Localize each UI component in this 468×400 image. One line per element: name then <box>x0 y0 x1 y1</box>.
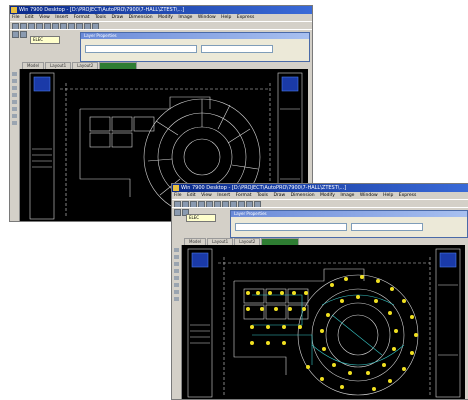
block-tool-icon[interactable] <box>174 297 179 301</box>
menu-edit[interactable]: Edit <box>25 15 34 20</box>
arc-tool-icon[interactable] <box>12 93 17 97</box>
right-title-block <box>435 248 461 398</box>
layout-tabs: Model Layout1 Layout2 <box>22 62 138 70</box>
dialog-title: Layer Properties <box>81 33 309 39</box>
right-logo-block <box>439 252 457 268</box>
title-bar[interactable]: Win 7900 Desktop - [D:\PROJECT\AutoPRO\7… <box>10 6 312 14</box>
layer-dropdown[interactable]: ELEC <box>30 36 60 44</box>
logo-block <box>191 252 209 268</box>
menu-image[interactable]: Image <box>178 15 192 20</box>
line-tool-icon[interactable] <box>174 248 179 252</box>
drawing-canvas[interactable] <box>182 245 465 399</box>
polyline-tool-icon[interactable] <box>12 79 17 83</box>
menu-file[interactable]: File <box>12 15 20 20</box>
menu-express[interactable]: Express <box>237 15 255 20</box>
right-logo-block <box>281 76 299 92</box>
cad-window-after: Win 7900 Desktop - [D:\PROJECT\AutoPRO\7… <box>171 183 468 400</box>
hatch-tool-icon[interactable] <box>174 283 179 287</box>
menu-draw[interactable]: Draw <box>111 15 123 20</box>
left-title-block <box>29 72 55 220</box>
menu-format[interactable]: Format <box>74 15 90 20</box>
window-title: Win 7900 Desktop - [D:\PROJECT\AutoPRO\7… <box>19 7 185 13</box>
menu-edit[interactable]: Edit <box>187 193 196 198</box>
circle-tool-icon[interactable] <box>12 86 17 90</box>
text-tool-icon[interactable] <box>174 290 179 294</box>
west-wall <box>79 109 131 197</box>
app-icon <box>11 7 17 13</box>
menu-view[interactable]: View <box>39 15 50 20</box>
draw-toolbar <box>10 69 20 221</box>
layer-state-icon[interactable] <box>20 31 27 38</box>
menu-help[interactable]: Help <box>221 15 231 20</box>
app-icon <box>173 185 179 191</box>
draw-toolbar <box>172 245 182 399</box>
menu-file[interactable]: File <box>174 193 182 198</box>
layer-dropdown-value: ELEC <box>33 37 44 42</box>
menu-draw[interactable]: Draw <box>273 193 285 198</box>
menu-tools[interactable]: Tools <box>95 15 106 20</box>
block-tool-icon[interactable] <box>12 121 17 125</box>
left-title-block <box>187 248 213 398</box>
dialog-select[interactable] <box>201 45 273 53</box>
menu-insert[interactable]: Insert <box>55 15 68 20</box>
menu-modify[interactable]: Modify <box>320 193 335 198</box>
line-tool-icon[interactable] <box>12 72 17 76</box>
layer-icon[interactable] <box>12 31 19 38</box>
rectangle-tool-icon[interactable] <box>12 100 17 104</box>
polyline-tool-icon[interactable] <box>174 255 179 259</box>
rectangle-tool-icon[interactable] <box>174 276 179 280</box>
north-wall <box>80 96 211 110</box>
menu-modify[interactable]: Modify <box>158 15 173 20</box>
menu-window[interactable]: Window <box>360 193 378 198</box>
wiring-layer <box>252 294 405 366</box>
device-symbols <box>246 275 418 391</box>
menu-help[interactable]: Help <box>383 193 393 198</box>
hatch-tool-icon[interactable] <box>12 107 17 111</box>
menu-insert[interactable]: Insert <box>217 193 230 198</box>
layout-tabs: Model Layout1 Layout2 <box>184 238 300 246</box>
menu-view[interactable]: View <box>201 193 212 198</box>
window-title: Win 7900 Desktop - [D:\PROJECT\AutoPRO\7… <box>181 185 347 191</box>
menu-tools[interactable]: Tools <box>257 193 268 198</box>
standard-toolbar <box>172 199 468 208</box>
menu-bar: File Edit View Insert Format Tools Draw … <box>172 192 468 199</box>
layer-icon[interactable] <box>174 209 181 216</box>
menu-window[interactable]: Window <box>198 15 216 20</box>
menu-bar: File Edit View Insert Format Tools Draw … <box>10 14 312 21</box>
dialog-input[interactable] <box>85 45 197 53</box>
layer-dropdown[interactable]: ELEC <box>186 214 216 222</box>
menu-dimension[interactable]: Dimension <box>129 15 153 20</box>
layer-properties-dialog: Layer Properties <box>230 210 468 238</box>
floor-plan-drawing <box>187 248 461 398</box>
menu-image[interactable]: Image <box>340 193 354 198</box>
title-bar[interactable]: Win 7900 Desktop - [D:\PROJECT\AutoPRO\7… <box>172 184 468 192</box>
layer-properties-dialog: Layer Properties <box>80 32 310 62</box>
menu-format[interactable]: Format <box>236 193 252 198</box>
inner-core <box>337 314 379 356</box>
arc-tool-icon[interactable] <box>174 269 179 273</box>
circle-tool-icon[interactable] <box>174 262 179 266</box>
text-tool-icon[interactable] <box>12 114 17 118</box>
outer-ring <box>297 274 419 396</box>
logo-block <box>33 76 51 92</box>
inner-core <box>183 138 221 176</box>
layer-dropdown-value: ELEC <box>189 215 200 220</box>
standard-toolbar <box>10 21 312 30</box>
menu-dimension[interactable]: Dimension <box>291 193 315 198</box>
menu-express[interactable]: Express <box>399 193 417 198</box>
dialog-title: Layer Properties <box>231 211 467 217</box>
dialog-input[interactable] <box>235 223 347 231</box>
dialog-select[interactable] <box>351 223 423 231</box>
